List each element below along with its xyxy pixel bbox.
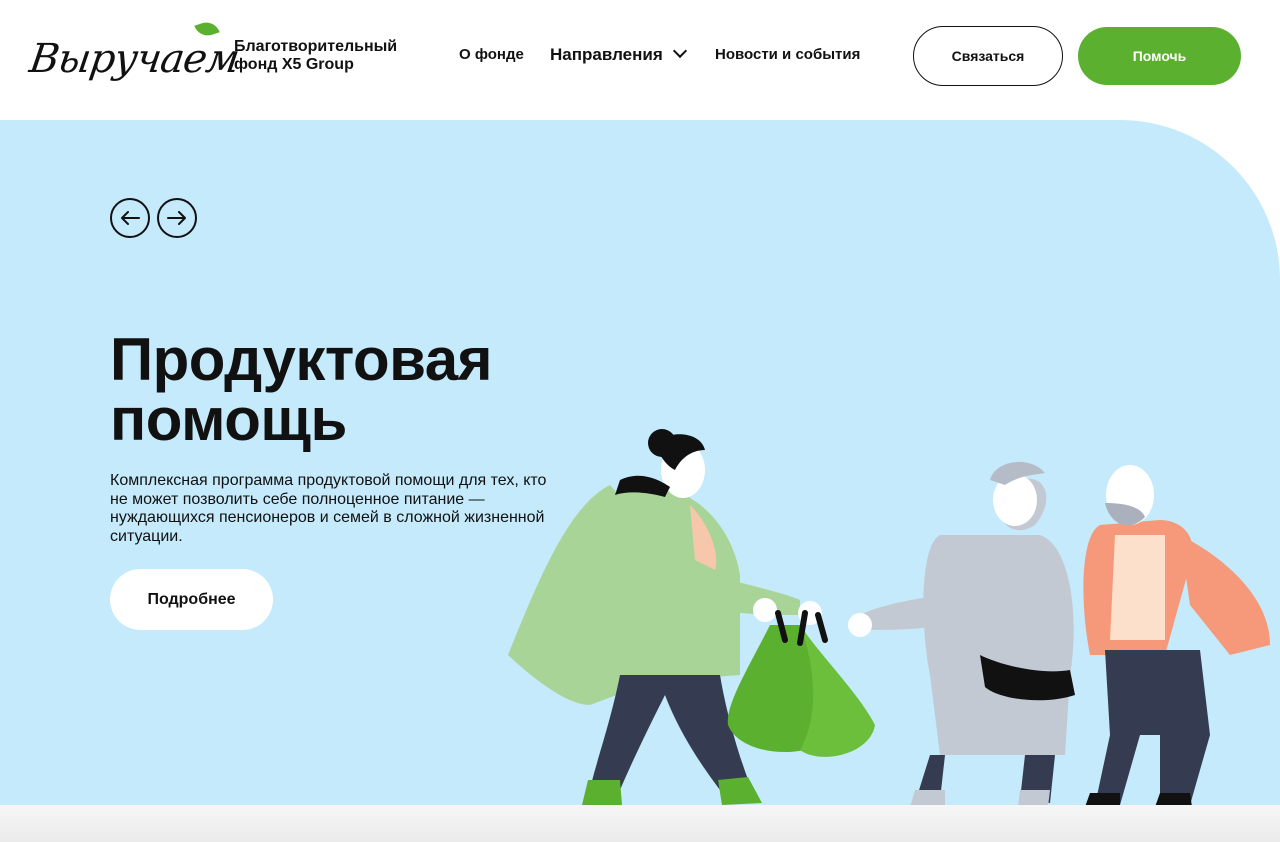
hero-banner: Продуктовая помощь Комплексная программа…: [0, 120, 1280, 805]
arrow-left-icon: [121, 211, 140, 225]
nav-directions-label: Направления: [550, 45, 663, 64]
slider-prev-button[interactable]: [110, 198, 150, 238]
nav-news[interactable]: Новости и события: [715, 46, 860, 63]
help-button[interactable]: Помочь: [1078, 27, 1241, 85]
more-button[interactable]: Подробнее: [110, 569, 273, 630]
page-bottom-strip: [0, 805, 1280, 842]
nav-about[interactable]: О фонде: [459, 46, 524, 63]
hero-illustration: [508, 429, 1270, 805]
elderly-man-figure: [1083, 465, 1270, 805]
logo[interactable]: Выручаем: [27, 18, 242, 92]
chevron-down-icon: [672, 43, 687, 59]
hero-description: Комплексная программа продуктовой помощи…: [110, 472, 547, 545]
arrow-right-icon: [167, 211, 186, 225]
logo-wordmark: Выручаем: [26, 36, 242, 82]
elderly-woman-figure: [848, 461, 1075, 805]
org-name: Благотворительный фонд X5 Group: [234, 38, 398, 73]
nav-directions[interactable]: Направления: [550, 43, 687, 65]
contact-button[interactable]: Связаться: [913, 26, 1063, 86]
site-header: Выручаем Благотворительный фонд X5 Group…: [0, 0, 1280, 120]
slider-next-button[interactable]: [157, 198, 197, 238]
